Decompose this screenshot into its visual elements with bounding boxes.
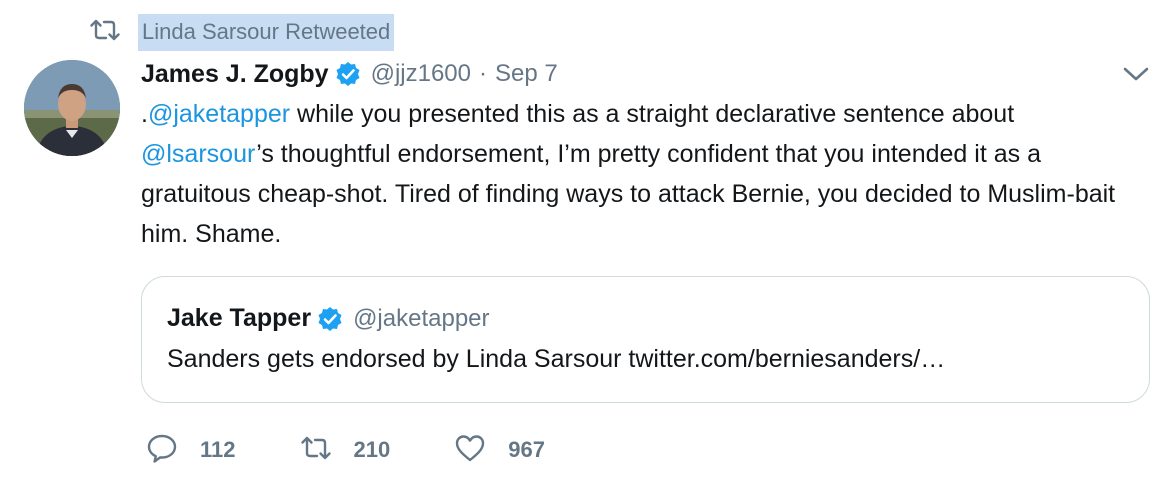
reply-count: 112 [200, 437, 236, 462]
avatar[interactable] [24, 60, 120, 156]
retweet-icon [300, 432, 332, 469]
tweet-header: James J. Zogby @jjz1600 · Sep 7 [141, 56, 558, 92]
header-separator: · [479, 60, 487, 87]
tweet-text: .@jaketapper while you presented this as… [141, 94, 1141, 254]
author-name[interactable]: James J. Zogby [141, 60, 329, 89]
like-button[interactable]: 967 [454, 432, 545, 469]
retweet-icon [90, 18, 120, 47]
tweet-text-segment: . [141, 100, 148, 128]
retweeted-by-label[interactable]: Linda Sarsour Retweeted [138, 13, 395, 51]
mention-link[interactable]: @lsarsour [141, 140, 256, 168]
reply-button[interactable]: 112 [146, 432, 236, 469]
tweet-actions: 112 210 967 [146, 432, 609, 468]
tweet-text-segment: while you presented this as a straight d… [290, 100, 1015, 128]
tweet-text-segment: ’s thoughtful endorsement, I’m pretty co… [141, 140, 1116, 248]
retweet-count: 210 [353, 437, 391, 462]
verified-badge-icon [317, 306, 343, 332]
author-handle[interactable]: @jjz1600 [371, 60, 471, 88]
quoted-tweet[interactable]: Jake Tapper @jaketapper Sanders gets end… [141, 276, 1150, 403]
chevron-down-icon[interactable] [1122, 64, 1150, 84]
quoted-tweet-text: Sanders gets endorsed by Linda Sarsour t… [167, 345, 946, 373]
quoted-author-name: Jake Tapper [167, 304, 312, 332]
quoted-author-handle: @jaketapper [353, 304, 490, 332]
heart-icon [454, 432, 486, 469]
reply-icon [146, 432, 178, 469]
retweet-context: Linda Sarsour Retweeted [90, 12, 395, 52]
verified-badge-icon [335, 61, 361, 87]
tweet-date[interactable]: Sep 7 [495, 60, 558, 88]
quoted-tweet-header: Jake Tapper @jaketapper [167, 304, 490, 333]
retweet-button[interactable]: 210 [300, 432, 391, 469]
mention-link[interactable]: @jaketapper [148, 100, 290, 128]
like-count: 967 [508, 437, 545, 462]
